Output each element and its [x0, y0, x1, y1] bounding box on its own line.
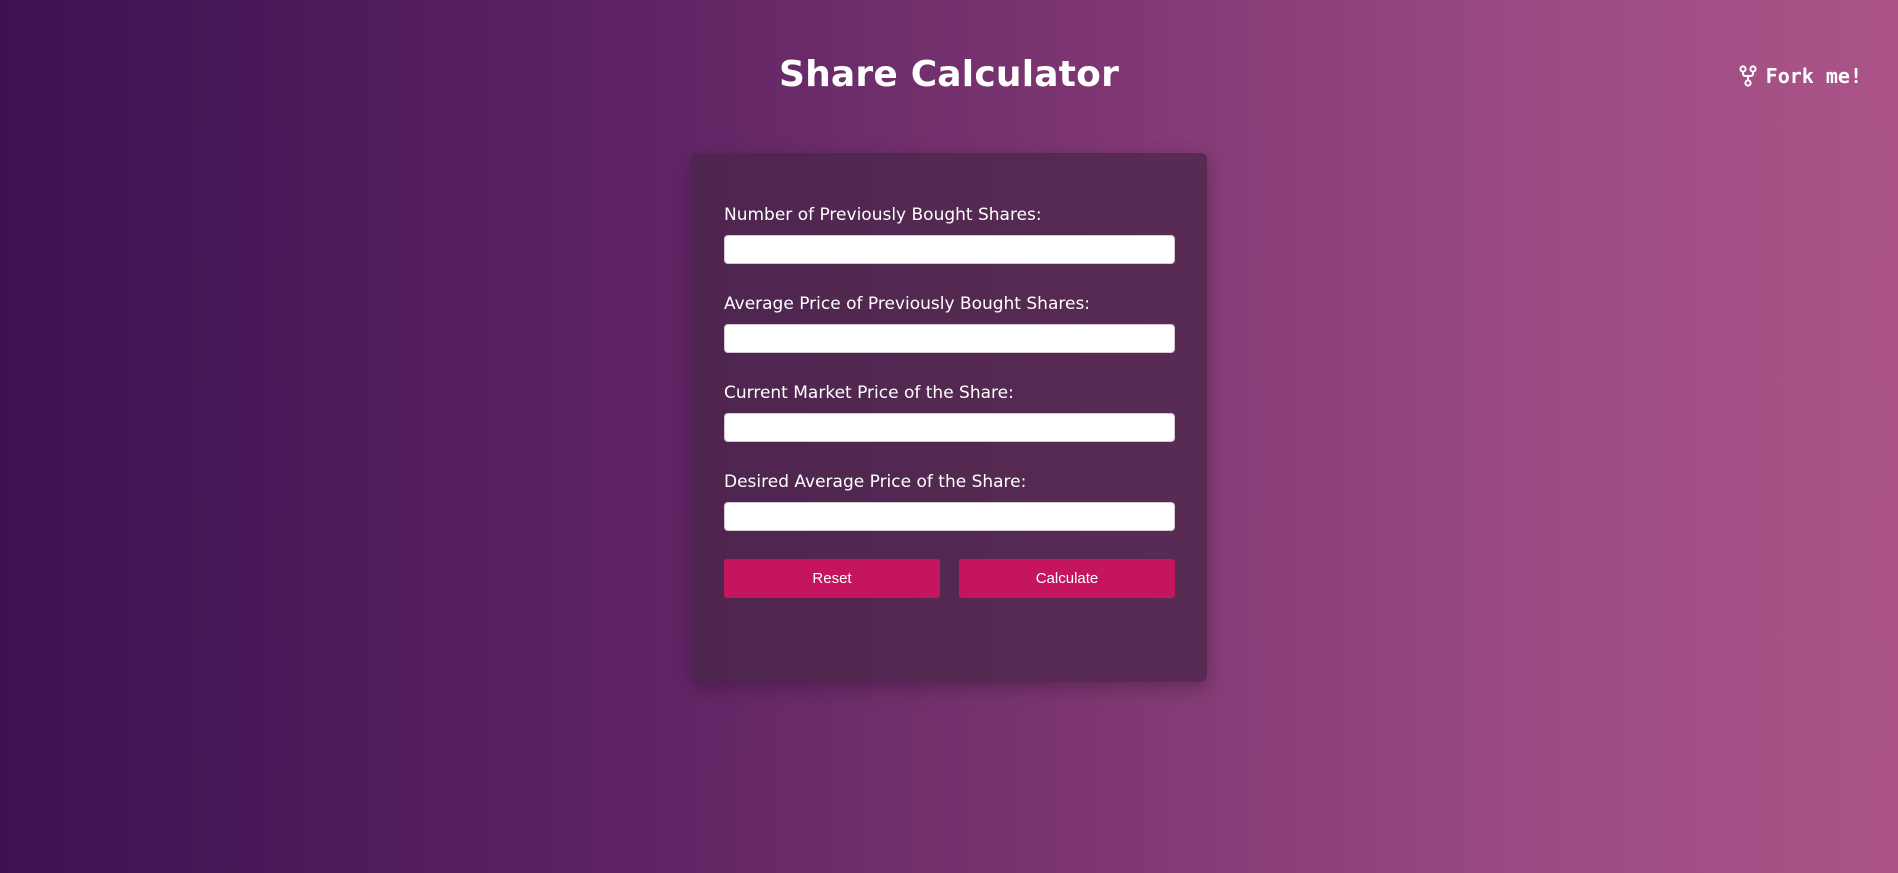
previous-shares-label: Number of Previously Bought Shares:	[724, 205, 1042, 225]
git-fork-icon	[1738, 65, 1758, 87]
field-desired-average-price: Desired Average Price of the Share:	[724, 470, 1175, 531]
current-market-price-label: Current Market Price of the Share:	[724, 383, 1014, 403]
calculator-card: Number of Previously Bought Shares: Aver…	[691, 153, 1207, 682]
button-row: Reset Calculate	[724, 559, 1175, 598]
field-current-market-price: Current Market Price of the Share:	[724, 381, 1175, 442]
desired-average-price-input[interactable]	[724, 502, 1175, 531]
current-market-price-input[interactable]	[724, 413, 1175, 442]
calculate-button[interactable]: Calculate	[959, 559, 1175, 598]
reset-button[interactable]: Reset	[724, 559, 940, 598]
field-previous-shares: Number of Previously Bought Shares:	[724, 203, 1175, 264]
page-title: Share Calculator	[778, 54, 1120, 95]
desired-average-price-label: Desired Average Price of the Share:	[724, 472, 1027, 492]
fork-me-label: Fork me!	[1765, 64, 1862, 88]
fork-me-link[interactable]: Fork me!	[1738, 62, 1862, 90]
field-previous-average-price: Average Price of Previously Bought Share…	[724, 292, 1175, 353]
previous-average-price-label: Average Price of Previously Bought Share…	[724, 294, 1091, 314]
previous-shares-input[interactable]	[724, 235, 1175, 264]
previous-average-price-input[interactable]	[724, 324, 1175, 353]
